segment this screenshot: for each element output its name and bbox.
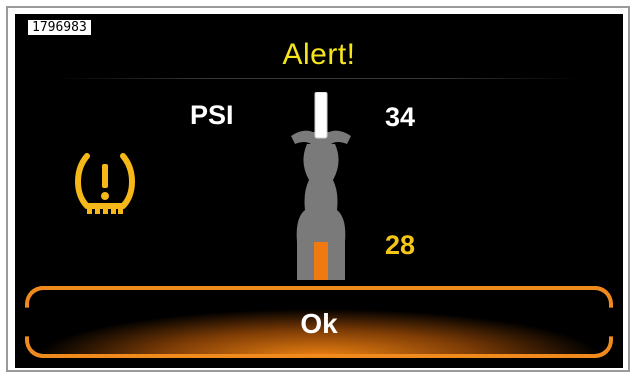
alert-title: Alert!	[282, 38, 356, 71]
tpms-alert-screen: Alert! PSI 34 28 Ok	[15, 14, 623, 368]
front-tire-pressure: 34	[385, 102, 416, 132]
image-id-label: 1796983	[28, 20, 91, 35]
ok-button[interactable]: Ok	[25, 286, 613, 358]
ok-button-label: Ok	[300, 308, 338, 339]
rear-tire-indicator	[314, 242, 328, 280]
pressure-unit-label: PSI	[190, 100, 234, 130]
front-tire-indicator	[314, 91, 328, 139]
rear-tire-pressure: 28	[385, 230, 416, 260]
tire-pressure-warning-icon	[65, 148, 145, 224]
title-divider	[55, 78, 583, 79]
motorcycle-top-view-icon	[287, 91, 355, 280]
